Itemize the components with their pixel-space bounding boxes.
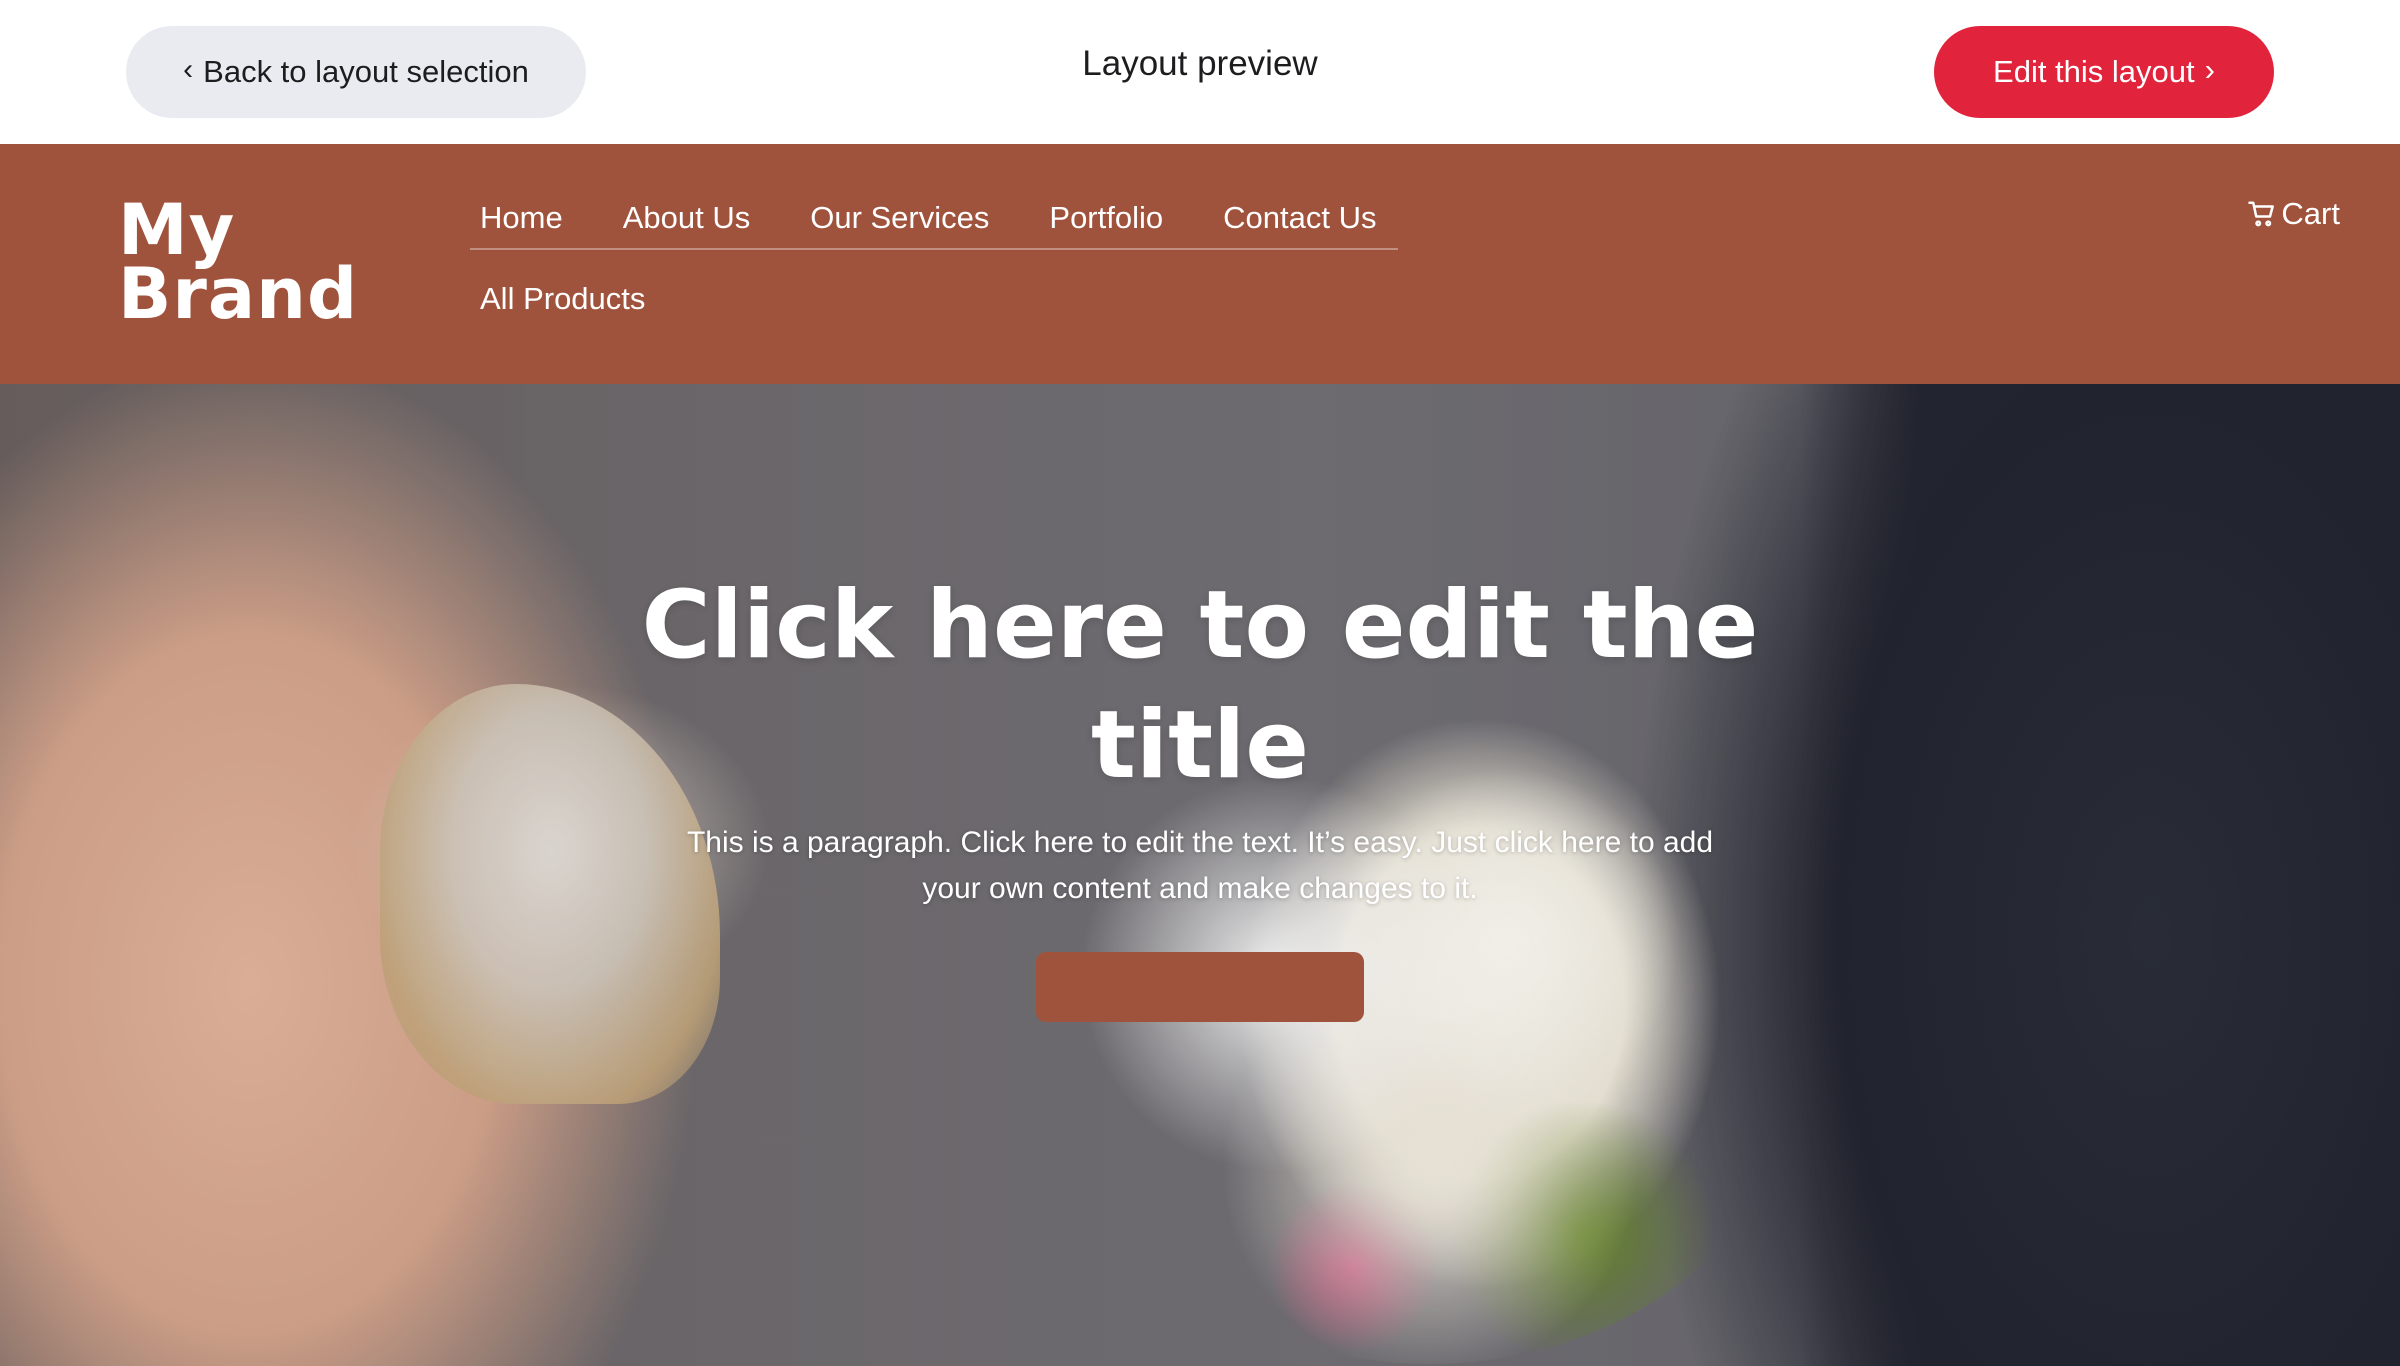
back-button-label: Back to layout selection: [203, 54, 529, 89]
cart-link[interactable]: Cart: [2247, 196, 2340, 232]
back-to-layout-selection-button[interactable]: ‹ Back to layout selection: [126, 26, 586, 118]
logo-line-2: Brand: [118, 253, 359, 335]
chevron-right-icon: ›: [2204, 52, 2215, 87]
nav-item-contact-us[interactable]: Contact Us: [1213, 200, 1386, 236]
nav-item-our-services[interactable]: Our Services: [800, 200, 999, 236]
cart-label: Cart: [2281, 196, 2340, 231]
hero-cta-button[interactable]: [1036, 952, 1364, 1022]
edit-layout-button[interactable]: Edit this layout ›: [1934, 26, 2274, 118]
preview-toolbar: ‹ Back to layout selection Layout previe…: [0, 0, 2400, 144]
hero-title[interactable]: Click here to edit the title: [620, 566, 1780, 806]
main-nav: Home About Us Our Services Portfolio Con…: [470, 188, 1398, 250]
nav-item-home[interactable]: Home: [470, 200, 573, 236]
site-header: My Brand Home About Us Our Services Port…: [0, 144, 2400, 384]
brand-logo[interactable]: My Brand: [118, 195, 359, 335]
edit-button-label: Edit this layout: [1993, 54, 2195, 89]
hero-paragraph[interactable]: This is a paragraph. Click here to edit …: [680, 820, 1720, 912]
nav-item-about-us[interactable]: About Us: [613, 200, 761, 236]
page-title: Layout preview: [1082, 44, 1318, 83]
secondary-nav: All Products: [470, 274, 695, 324]
nav-item-portfolio[interactable]: Portfolio: [1039, 200, 1173, 236]
nav-item-all-products[interactable]: All Products: [470, 281, 655, 317]
cart-icon: [2248, 201, 2275, 227]
chevron-left-icon: ‹: [183, 53, 194, 86]
